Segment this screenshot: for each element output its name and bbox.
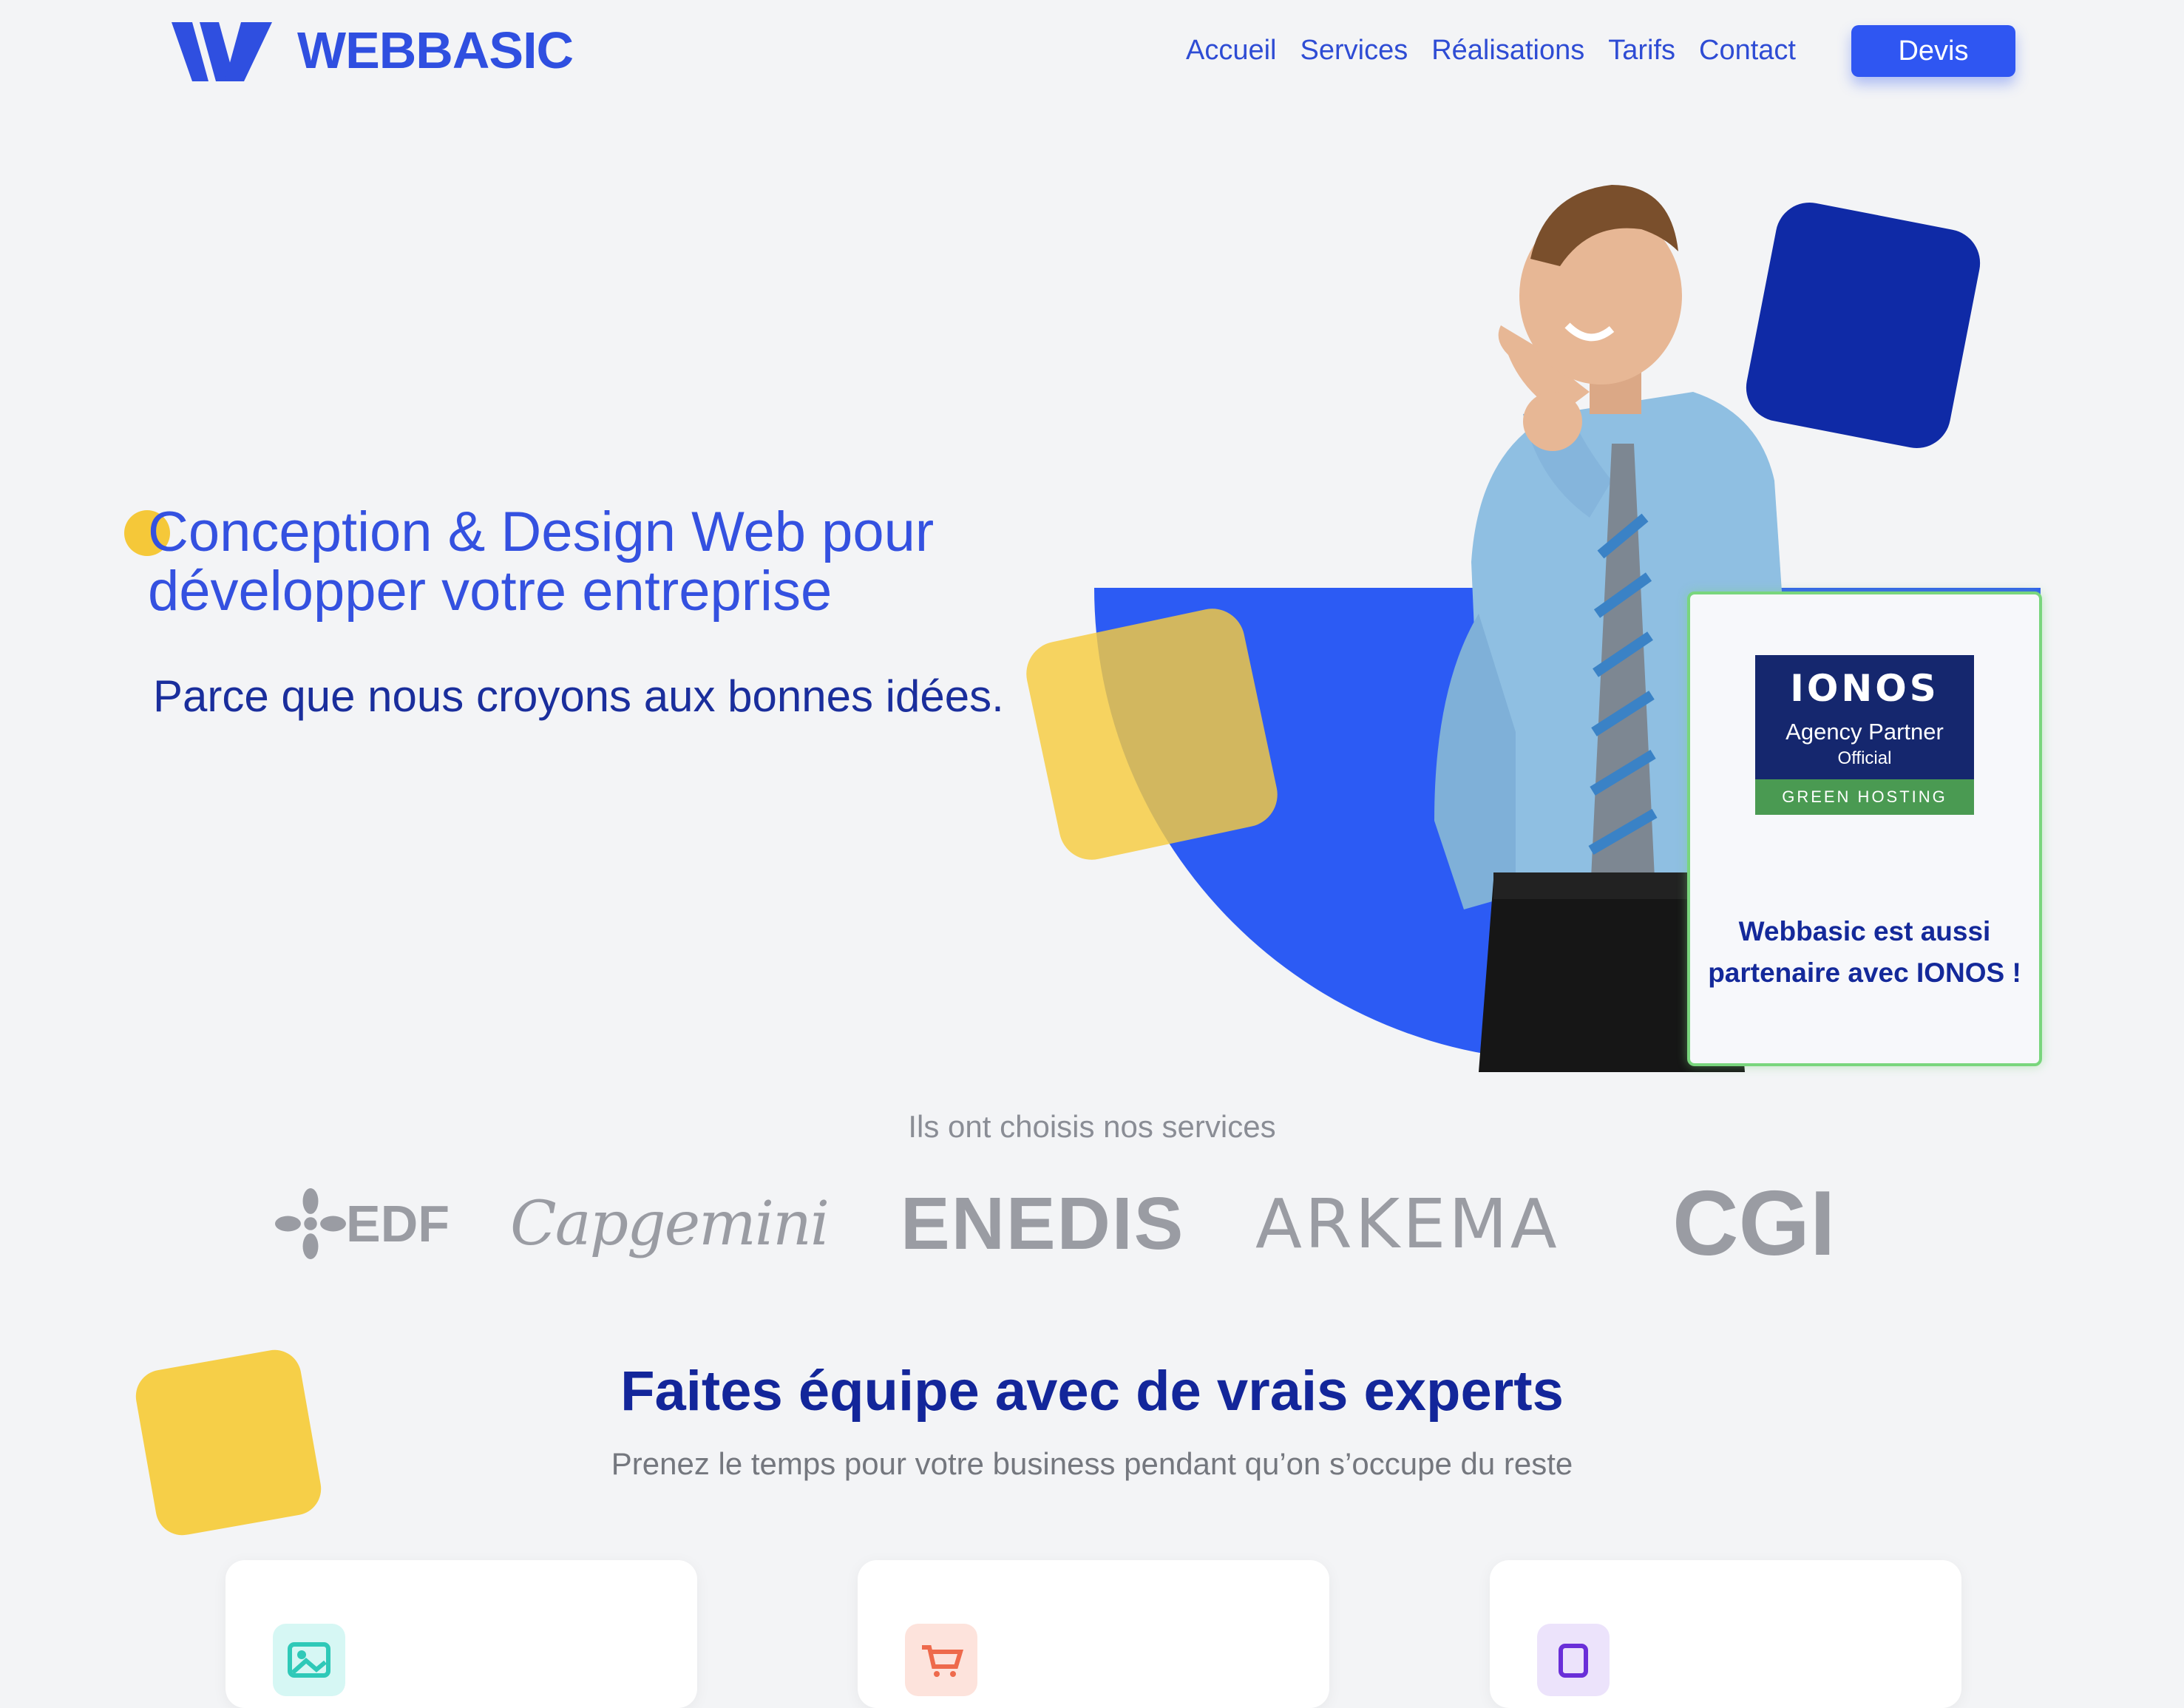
client-logo-enedis: ENEDIS xyxy=(901,1182,1185,1265)
ionos-badge-official: Official xyxy=(1837,748,1892,768)
ionos-partner-badge: IONOS Agency Partner Official GREEN HOST… xyxy=(1755,655,1974,815)
experts-title: Faites équipe avec de vrais experts xyxy=(620,1360,1564,1423)
main-nav: Accueil Services Réalisations Tarifs Con… xyxy=(1186,27,1796,74)
yellow-square-decoration xyxy=(1020,603,1283,866)
edf-flower-icon xyxy=(275,1188,346,1259)
ionos-badge-brand: IONOS xyxy=(1790,667,1939,710)
ionos-partner-text: Webbasic est aussi partenaire avec IONOS… xyxy=(1708,916,2021,988)
client-logo-edf-text: EDF xyxy=(346,1195,450,1253)
nav-services[interactable]: Services xyxy=(1300,35,1408,67)
hero-subtitle: Parce que nous croyons aux bonnes idées. xyxy=(153,671,1004,721)
client-logo-cgi: CGI xyxy=(1672,1173,1836,1275)
ionos-badge-agency: Agency Partner xyxy=(1785,719,1944,745)
ionos-badge-green-hosting: GREEN HOSTING xyxy=(1755,779,1974,815)
webbasic-logo-icon[interactable] xyxy=(170,21,274,83)
nav-realisations[interactable]: Réalisations xyxy=(1431,35,1584,67)
client-logo-capgemini: Capgemini xyxy=(510,1188,830,1259)
service-card-1[interactable] xyxy=(225,1560,697,1708)
devis-button[interactable]: Devis xyxy=(1851,25,2015,77)
brand-logo-text[interactable]: WEBBASIC xyxy=(297,19,574,81)
client-logo-edf: EDF xyxy=(275,1179,450,1268)
service-card-3[interactable] xyxy=(1490,1560,1961,1708)
nav-tarifs[interactable]: Tarifs xyxy=(1608,35,1675,67)
experts-subtitle: Prenez le temps pour votre business pend… xyxy=(611,1446,1573,1481)
nav-accueil[interactable]: Accueil xyxy=(1186,35,1277,67)
ionos-partner-card: IONOS Agency Partner Official GREEN HOST… xyxy=(1687,592,2042,1066)
nav-contact[interactable]: Contact xyxy=(1699,35,1796,67)
service-card-2[interactable] xyxy=(858,1560,1329,1708)
image-icon xyxy=(273,1624,345,1696)
shopping-cart-icon xyxy=(905,1624,977,1696)
device-icon xyxy=(1537,1624,1610,1696)
hero-title: Conception & Design Web pour développer … xyxy=(148,501,935,623)
clients-title: Ils ont choisis nos services xyxy=(908,1109,1276,1144)
client-logo-arkema: ARKEMA xyxy=(1255,1184,1560,1264)
